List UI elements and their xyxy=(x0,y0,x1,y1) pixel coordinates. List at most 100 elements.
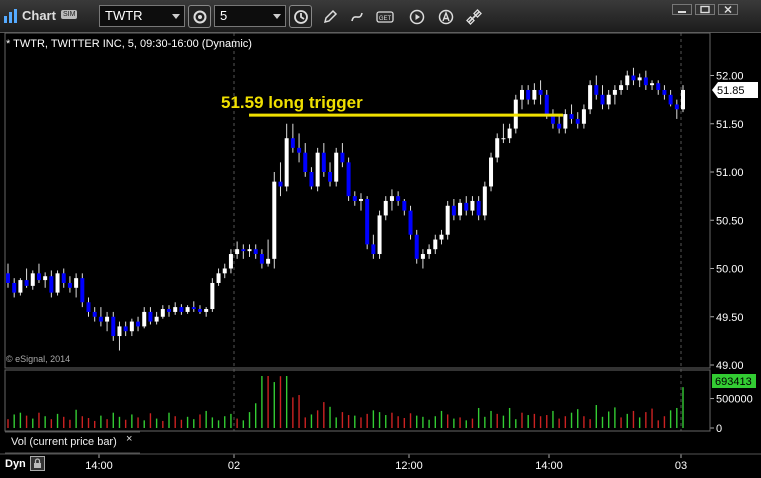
volume-study-close-icon[interactable]: × xyxy=(126,433,132,445)
candle-body xyxy=(358,199,363,201)
dynamic-label: Dyn xyxy=(5,458,26,470)
candle-body xyxy=(321,152,326,172)
candle-body xyxy=(290,138,295,148)
time-tick-label: 14:00 xyxy=(535,460,563,472)
candle-body xyxy=(470,200,475,211)
candle-body xyxy=(228,254,233,269)
candle-body xyxy=(402,200,407,211)
candle-body xyxy=(241,249,246,252)
candle-body xyxy=(681,89,685,110)
candle-body xyxy=(408,210,413,235)
candle-body xyxy=(464,202,469,211)
price-tick-label: 51.50 xyxy=(716,119,744,131)
chevron-down-icon[interactable] xyxy=(172,14,180,19)
candle-body xyxy=(377,215,382,255)
candle-body xyxy=(619,85,624,90)
candle-body xyxy=(272,181,277,259)
candle-body xyxy=(563,114,568,129)
candle-body xyxy=(55,273,60,293)
candle-body xyxy=(129,321,134,332)
candle-body xyxy=(210,282,215,310)
candle-body xyxy=(80,278,85,303)
candle-body xyxy=(433,239,438,250)
symbol-field[interactable]: TWTR xyxy=(99,5,185,27)
candle-body xyxy=(278,181,283,187)
candle-body xyxy=(569,114,574,119)
last-volume-label: 693413 xyxy=(715,376,752,388)
candle-body xyxy=(389,196,394,201)
price-chart[interactable]: 52.00 51.50 51.00 50.50 50.00 49.50 49.00 51.85… xyxy=(0,0,761,478)
chevron-down-icon[interactable] xyxy=(273,14,281,19)
candle-body xyxy=(650,83,655,86)
maximize-icon xyxy=(695,4,715,15)
volume-pane-frame xyxy=(4,369,711,432)
candle-body xyxy=(557,123,562,129)
candle-body xyxy=(674,104,679,110)
candle-body xyxy=(179,307,184,312)
chart-app-icon xyxy=(3,8,19,24)
candle-body xyxy=(594,85,599,95)
get-button[interactable]: GET xyxy=(373,5,396,28)
alert-button[interactable] xyxy=(434,5,457,28)
price-tick-label: 50.50 xyxy=(716,215,744,227)
candle-body xyxy=(365,199,370,245)
candle-body xyxy=(668,94,673,105)
candle-body xyxy=(67,282,72,288)
candle-body xyxy=(612,89,617,95)
interval-field[interactable]: 5 xyxy=(214,5,286,27)
link-tool-button[interactable] xyxy=(462,5,485,28)
candle-body xyxy=(637,77,642,81)
candle-body xyxy=(371,244,376,255)
price-axis: 52.00 51.50 51.00 50.50 50.00 49.50 49.00 51.85 xyxy=(710,71,758,372)
minimize-button[interactable] xyxy=(672,2,692,15)
play-button[interactable] xyxy=(405,5,428,28)
price-tick-label: 49.50 xyxy=(716,312,744,324)
candle-body xyxy=(420,254,425,259)
dynamic-lock-icon[interactable] xyxy=(30,456,45,471)
price-tick-label: 49.00 xyxy=(716,360,744,372)
pencil-icon xyxy=(323,9,337,23)
candle-body xyxy=(476,200,481,216)
draw-pencil-button[interactable] xyxy=(318,5,341,28)
chart-title: * TWTR, TWITTER INC, 5, 09:30-16:00 (Dyn… xyxy=(6,38,252,50)
candle-body xyxy=(427,249,432,255)
candle-body xyxy=(123,326,128,332)
candle-body xyxy=(328,172,333,182)
close-button[interactable] xyxy=(718,2,738,15)
candle-body xyxy=(346,162,351,197)
price-tick-label: 50.00 xyxy=(716,264,744,276)
price-pane-frame xyxy=(4,32,711,369)
candle-body xyxy=(631,75,636,81)
app-title: Chart xyxy=(22,8,56,23)
close-icon xyxy=(718,4,738,15)
candle-body xyxy=(526,89,531,100)
volume-bars xyxy=(7,376,684,428)
candle-body xyxy=(445,205,450,235)
volume-axis: 500000 0 693413 xyxy=(710,374,756,435)
draw-curve-button[interactable] xyxy=(345,5,368,28)
candle-body xyxy=(216,273,221,283)
candle-body xyxy=(191,307,196,310)
candle-body xyxy=(142,311,147,327)
maximize-button[interactable] xyxy=(695,2,715,15)
last-price-label: 51.85 xyxy=(717,85,745,97)
link-icon xyxy=(465,8,482,25)
last-volume-tag xyxy=(712,374,756,388)
candle-body xyxy=(49,276,54,293)
svg-text:GET: GET xyxy=(378,16,391,22)
candle-body xyxy=(581,109,586,124)
candle-body xyxy=(105,316,110,322)
symbol-link-button[interactable] xyxy=(188,5,211,28)
candle-body xyxy=(315,152,320,187)
candle-body xyxy=(600,94,605,105)
candle-body xyxy=(173,307,178,312)
candle-body xyxy=(86,302,91,312)
candle-body xyxy=(154,316,159,322)
candle-body xyxy=(489,157,494,187)
candle-body xyxy=(656,83,661,90)
interval-clock-button[interactable] xyxy=(289,5,312,28)
candle-body xyxy=(266,258,271,264)
candle-body xyxy=(30,273,35,286)
candle-body xyxy=(414,234,419,259)
candle-body xyxy=(532,89,537,100)
